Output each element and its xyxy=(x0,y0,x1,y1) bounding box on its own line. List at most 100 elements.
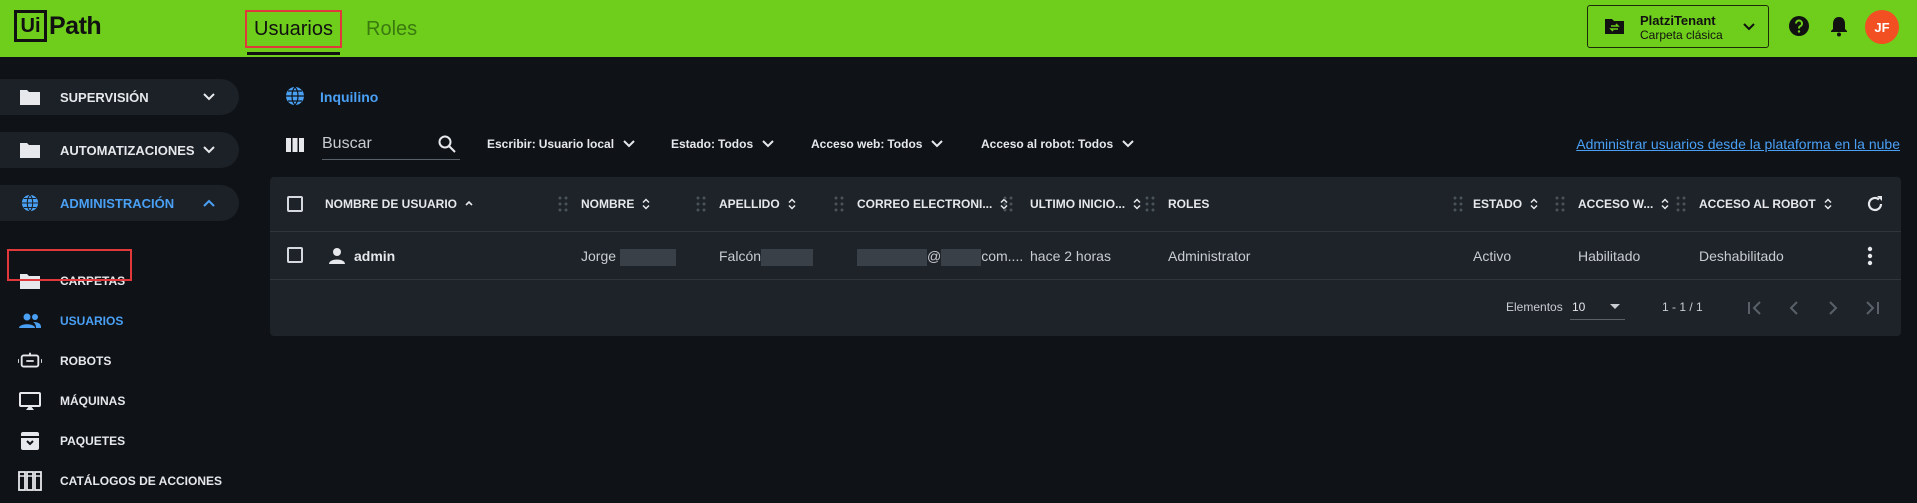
column-header-ultimo-inicio[interactable]: ULTIMO INICIO... xyxy=(1030,197,1143,211)
row-checkbox[interactable] xyxy=(287,247,303,263)
cell-first-name: Jorge xyxy=(581,248,676,266)
table-row[interactable]: admin Jorge Falcón @ com.... hace 2 horas… xyxy=(270,232,1901,280)
redacted-block xyxy=(857,248,927,266)
tenant-name: PlatziTenant xyxy=(1640,13,1716,28)
column-header-nombre[interactable]: NOMBRE xyxy=(581,197,652,211)
drag-handle-icon[interactable] xyxy=(1145,195,1155,213)
users-icon xyxy=(19,313,41,328)
breadcrumb[interactable]: Inquilino xyxy=(320,89,378,105)
folder-icon xyxy=(20,143,40,158)
tenant-selector[interactable]: PlatziTenant Carpeta clásica xyxy=(1587,5,1769,48)
sidebar-item-label: PAQUETES xyxy=(60,434,126,448)
sidebar-section-supervision[interactable]: SUPERVISIÓN xyxy=(0,79,239,115)
previous-page-icon[interactable] xyxy=(1784,298,1804,318)
sidebar-section-automatizaciones[interactable]: AUTOMATIZACIONES xyxy=(0,132,239,168)
users-table: NOMBRE DE USUARIO NOMBRE APELLIDO CORREO… xyxy=(270,177,1901,336)
globe-icon xyxy=(21,194,39,212)
drag-handle-icon[interactable] xyxy=(1003,195,1013,213)
sort-icon xyxy=(642,198,650,210)
cell-username[interactable]: admin xyxy=(354,248,395,264)
search-input[interactable] xyxy=(322,132,432,156)
user-icon xyxy=(329,248,345,264)
chevron-down-icon xyxy=(762,140,774,148)
column-label: ROLES xyxy=(1168,197,1210,211)
cell-email: @ com.... xyxy=(857,248,1023,266)
cell-robot-access: Deshabilitado xyxy=(1699,248,1784,264)
chevron-down-icon xyxy=(203,146,215,154)
filter-escribir[interactable]: Escribir: Usuario local xyxy=(487,136,637,152)
filter-acceso-web[interactable]: Acceso web: Todos xyxy=(811,136,945,152)
page-size-label: Elementos xyxy=(1506,300,1563,314)
column-header-roles[interactable]: ROLES xyxy=(1168,197,1209,211)
sort-icon xyxy=(788,198,796,210)
cloud-admin-link[interactable]: Administrar usuarios desde la plataforma… xyxy=(1576,136,1900,152)
avatar[interactable]: JF xyxy=(1865,10,1899,44)
column-header-apellido[interactable]: APELLIDO xyxy=(719,197,798,211)
package-icon xyxy=(21,432,39,450)
select-all-checkbox[interactable] xyxy=(287,196,303,212)
filter-value: Todos xyxy=(887,137,923,151)
sidebar-item-label: MÁQUINAS xyxy=(60,394,126,408)
chevron-down-icon xyxy=(1122,140,1134,148)
more-vertical-icon[interactable] xyxy=(1867,246,1873,266)
help-circle-icon[interactable] xyxy=(1788,15,1810,37)
column-header-correo[interactable]: CORREO ELECTRONI... xyxy=(857,197,1010,211)
uipath-logo[interactable]: Ui Path xyxy=(14,10,102,42)
sidebar-item-maquinas[interactable]: MÁQUINAS xyxy=(0,386,239,416)
tenant-folder: Carpeta clásica xyxy=(1640,28,1723,42)
toolbar: Escribir:Usuario local Estado:Todos Acce… xyxy=(270,128,1900,160)
column-label: ACCESO AL ROBOT xyxy=(1699,197,1816,211)
last-page-icon[interactable] xyxy=(1862,298,1882,318)
sort-icon xyxy=(1824,198,1832,210)
column-header-username[interactable]: NOMBRE DE USUARIO xyxy=(325,197,475,211)
search-icon[interactable] xyxy=(438,135,456,153)
filter-acceso-robot[interactable]: Acceso al robot: Todos xyxy=(981,136,1136,152)
sidebar-item-paquetes[interactable]: PAQUETES xyxy=(0,426,239,456)
drag-handle-icon[interactable] xyxy=(696,195,706,213)
next-page-icon[interactable] xyxy=(1823,298,1843,318)
column-header-estado[interactable]: ESTADO xyxy=(1473,197,1540,211)
sidebar-item-usuarios[interactable]: USUARIOS xyxy=(0,306,239,336)
sidebar-item-label: CATÁLOGOS DE ACCIONES xyxy=(60,474,223,488)
redacted-block xyxy=(941,248,982,266)
filter-key: Estado: xyxy=(671,137,716,151)
filter-value: Todos xyxy=(718,137,754,151)
filter-estado[interactable]: Estado: Todos xyxy=(671,136,776,152)
last-name-text: Falcón xyxy=(719,248,762,264)
column-label: NOMBRE xyxy=(581,197,635,211)
page-range: 1 - 1 / 1 xyxy=(1662,300,1703,314)
page-size-select[interactable]: 10 xyxy=(1570,294,1625,320)
column-label: NOMBRE DE USUARIO xyxy=(325,197,458,211)
drag-handle-icon[interactable] xyxy=(558,195,568,213)
email-at: @ xyxy=(927,248,942,264)
column-label: ACCESO W... xyxy=(1578,197,1654,211)
drag-handle-icon[interactable] xyxy=(1676,195,1686,213)
columns-icon[interactable] xyxy=(286,138,304,152)
folder-switch-icon xyxy=(1605,19,1624,34)
sidebar-item-robots[interactable]: ROBOTS xyxy=(0,346,239,376)
sidebar-item-catalogos[interactable]: CATÁLOGOS DE ACCIONES xyxy=(0,466,239,496)
filter-value: Usuario local xyxy=(538,137,615,151)
first-page-icon[interactable] xyxy=(1745,298,1765,318)
tab-usuarios[interactable]: Usuarios xyxy=(245,10,342,55)
refresh-icon[interactable] xyxy=(1865,194,1885,214)
tab-roles[interactable]: Roles xyxy=(366,10,417,48)
column-header-acceso-web[interactable]: ACCESO W... xyxy=(1578,197,1671,211)
monitor-icon xyxy=(19,392,41,410)
sort-icon xyxy=(1133,198,1141,210)
drag-handle-icon[interactable] xyxy=(1555,195,1565,213)
cell-web-access: Habilitado xyxy=(1578,248,1641,264)
sidebar-section-administracion[interactable]: ADMINISTRACIÓN xyxy=(0,185,239,221)
column-header-acceso-robot[interactable]: ACCESO AL ROBOT xyxy=(1699,197,1834,211)
chevron-down-icon xyxy=(1743,23,1755,31)
bell-icon[interactable] xyxy=(1828,15,1850,37)
caret-down-icon xyxy=(1610,304,1620,309)
drag-handle-icon[interactable] xyxy=(1453,195,1463,213)
drag-handle-icon[interactable] xyxy=(834,195,844,213)
redacted-block xyxy=(761,248,814,266)
chevron-down-icon xyxy=(203,93,215,101)
column-label: ESTADO xyxy=(1473,197,1523,211)
email-domain: com.... xyxy=(981,248,1024,264)
redacted-block xyxy=(619,248,676,266)
search-field xyxy=(322,128,460,160)
